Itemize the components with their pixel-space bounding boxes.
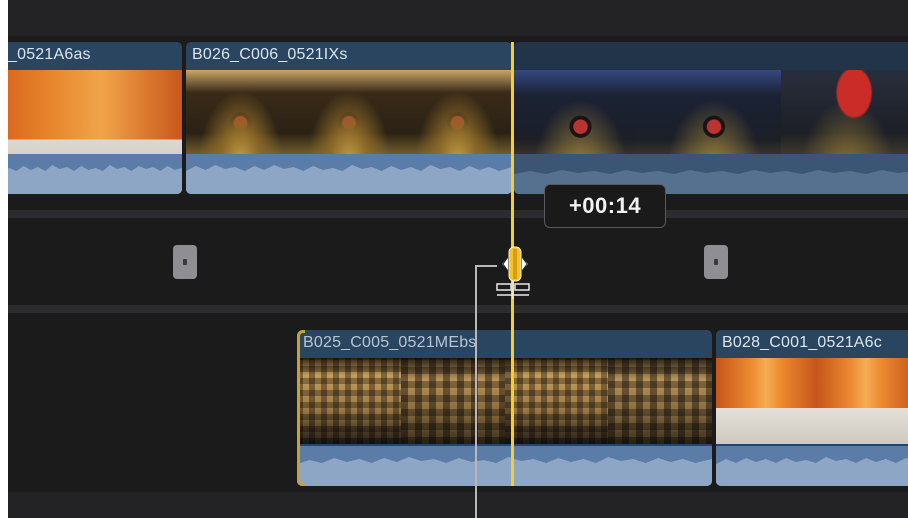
selected-clip-edge[interactable]: [297, 330, 305, 486]
clip-title: B026_C006_0521IXs: [192, 46, 348, 63]
clip-upper-3[interactable]: [514, 42, 908, 194]
clip-title: _0521A6as: [8, 46, 91, 63]
timeline: _0521A6as B026_C006_0521IXs B025_C005_05…: [8, 0, 908, 518]
trim-delta-tooltip: +00:14: [544, 184, 666, 228]
clip-thumbnail: [400, 358, 505, 444]
timeline-bottom-band: [8, 492, 908, 518]
audio-waveform: [297, 446, 712, 486]
gap-marker-icon[interactable]: [173, 245, 197, 279]
clip-title: B025_C005_0521MEbs: [303, 334, 477, 351]
audio-waveform: [716, 446, 908, 486]
trim-pointer-icon: [495, 281, 531, 301]
track-divider: [8, 210, 908, 218]
clip-upper-2[interactable]: B026_C006_0521IXs: [186, 42, 512, 194]
gap-marker-icon[interactable]: [704, 245, 728, 279]
trim-pointer-line: [475, 265, 497, 518]
clip-thumbnail: [297, 358, 401, 444]
audio-waveform: [186, 154, 512, 194]
clip-thumbnail: [608, 358, 712, 444]
clip-thumbnail: [816, 358, 908, 444]
clip-upper-1[interactable]: _0521A6as: [8, 42, 182, 194]
clip-lower-2[interactable]: B028_C001_0521A6c: [716, 330, 908, 486]
timeline-top-band: [8, 0, 908, 36]
track-divider: [8, 305, 908, 313]
audio-waveform: [8, 154, 182, 194]
clip-lower-1[interactable]: B025_C005_0521MEbs: [297, 330, 712, 486]
clip-thumbnail: [504, 358, 609, 444]
clip-title: B028_C001_0521A6c: [722, 334, 882, 351]
clip-thumbnail: [716, 358, 816, 444]
